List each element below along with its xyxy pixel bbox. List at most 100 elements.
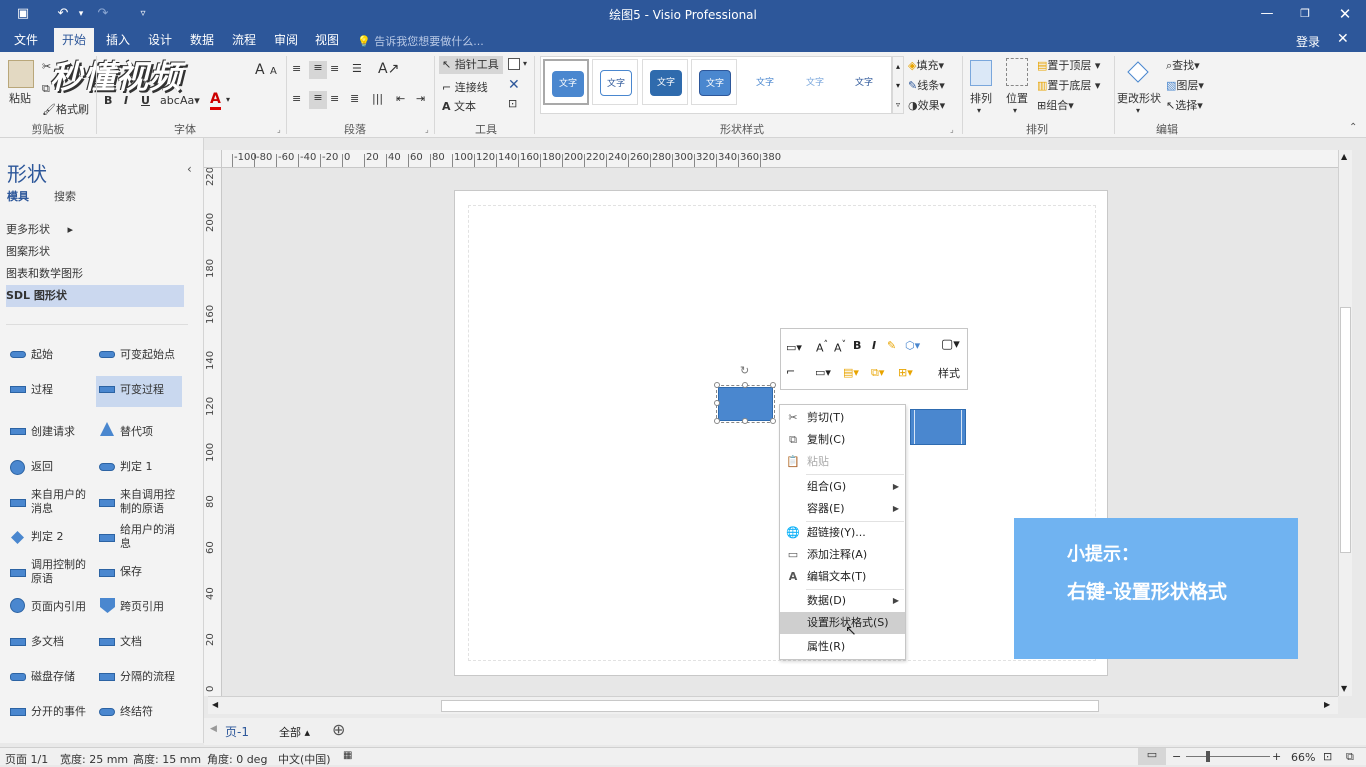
pointer-tool-button[interactable]: ↖ 指针工具 (439, 56, 503, 74)
layers-button[interactable]: ▧图层▾ (1166, 77, 1204, 93)
tab-search[interactable]: 搜索 (54, 188, 76, 204)
shape-tool-dropdown-icon[interactable]: ▾ (523, 59, 527, 68)
text-block-icon[interactable]: ⊡ (508, 97, 517, 110)
shape-split-event[interactable]: 分开的事件 (31, 705, 86, 719)
align-middle-button[interactable]: ≡ (309, 61, 327, 79)
switch-windows-icon[interactable]: ⧉ (1346, 750, 1354, 764)
shape-start[interactable]: 起始 (31, 348, 53, 362)
resize-handle[interactable] (770, 418, 776, 424)
shape-off-page-ref[interactable]: 跨页引用 (120, 600, 164, 614)
align-top-button[interactable]: ≡ (292, 62, 301, 75)
arrange-icon[interactable] (970, 60, 992, 86)
position-button[interactable]: 位置 (1006, 90, 1028, 106)
bring-to-front-button[interactable]: ▤置于顶层 ▾ (1037, 57, 1100, 73)
align-bottom-button[interactable]: ≡ (330, 62, 339, 75)
tab-stencils[interactable]: 模具 (7, 188, 29, 204)
font-color-dropdown-icon[interactable]: ▾ (226, 95, 230, 104)
menu-container[interactable]: 容器(E) ▶ (780, 498, 905, 520)
shape-document[interactable]: 文档 (120, 635, 142, 649)
format-painter-button[interactable]: 🖌格式刷 (42, 101, 89, 117)
paragraph-launcher-icon[interactable]: ⌟ (425, 125, 429, 134)
zoom-slider[interactable] (1186, 756, 1270, 757)
shape-alternative[interactable]: 替代项 (120, 425, 153, 439)
macro-record-icon[interactable]: ▦ (343, 750, 352, 761)
grow-font-button[interactable]: A (255, 62, 265, 78)
zoom-slider-thumb[interactable] (1206, 751, 1210, 762)
paste-icon[interactable] (8, 60, 34, 88)
format-painter-icon[interactable]: ✎ (887, 339, 896, 352)
vertical-scroll-thumb[interactable] (1340, 307, 1351, 553)
text-box-icon[interactable]: ▭▾ (786, 341, 802, 354)
stencil-item[interactable]: 图表和数学图形 (6, 263, 184, 285)
style-swatch-4[interactable]: 文字 (691, 59, 737, 105)
tab-file[interactable]: 文件 (6, 28, 46, 52)
scroll-right-icon[interactable]: ▶ (1324, 700, 1330, 709)
change-shape-dropdown-icon[interactable]: ▾ (1136, 106, 1140, 115)
tab-design[interactable]: 设计 (140, 28, 180, 52)
text-direction-button[interactable]: A↗ (378, 61, 399, 77)
shape-styles-launcher-icon[interactable]: ⌟ (950, 125, 954, 134)
bold-button[interactable]: B (104, 94, 112, 107)
add-page-icon[interactable]: ⊕ (332, 720, 345, 739)
shape-terminator[interactable]: 终结符 (120, 705, 153, 719)
select-button[interactable]: ↖选择▾ (1166, 97, 1203, 113)
change-shape-button[interactable]: 更改形状 (1117, 90, 1161, 106)
change-shape-icon[interactable]: ⬡▾ (905, 339, 920, 352)
line-button[interactable]: ✎线条▾ (908, 77, 945, 93)
menu-format-shape[interactable]: 设置形状格式(S) (780, 612, 905, 634)
resize-handle[interactable] (742, 418, 748, 424)
tab-review[interactable]: 审阅 (266, 28, 306, 52)
bullets-button[interactable]: ☰ (352, 62, 362, 75)
italic-icon[interactable]: I (872, 339, 876, 352)
process-shape-2[interactable] (910, 409, 966, 445)
shape-msg-from-user[interactable]: 来自用户的消息 (31, 488, 91, 516)
align-left-button[interactable]: ≡ (292, 92, 301, 105)
menu-properties[interactable]: 属性(R) (780, 636, 905, 658)
justify-button[interactable]: ≣ (350, 92, 359, 105)
shrink-font-icon[interactable]: A˅ (834, 339, 846, 355)
style-swatch-6[interactable]: 文字 (791, 59, 837, 105)
zoom-in-icon[interactable]: + (1272, 750, 1281, 763)
align-center-button[interactable]: ≡ (309, 91, 327, 109)
tab-view[interactable]: 视图 (307, 28, 347, 52)
menu-group[interactable]: 组合(G) ▶ (780, 476, 905, 498)
quick-style-icon[interactable]: ▢▾ (941, 337, 960, 352)
resize-handle[interactable] (770, 382, 776, 388)
arrange-button[interactable]: 排列 (970, 90, 992, 106)
tell-me-box[interactable]: 💡 告诉我您想要做什么... (357, 33, 484, 49)
scroll-left-icon[interactable]: ◀ (212, 700, 218, 709)
shape-on-page-ref[interactable]: 页面内引用 (31, 600, 86, 614)
shape-decision2[interactable]: 判定 2 (31, 530, 64, 544)
shape-return[interactable]: 返回 (31, 460, 53, 474)
shape-multi-doc[interactable]: 多文档 (31, 635, 64, 649)
menu-edit-text[interactable]: A 编辑文本(T) (780, 566, 905, 588)
menu-add-comment[interactable]: ▭ 添加注释(A) (780, 544, 905, 566)
fill-button[interactable]: ◈填充▾ (908, 57, 944, 73)
rectangle-tool-icon[interactable] (508, 58, 520, 70)
menu-hyperlink[interactable]: 🌐 超链接(Y)... (780, 522, 905, 544)
ribbon-close-icon[interactable]: ✕ (1337, 31, 1349, 47)
send-to-back-button[interactable]: ▥置于底层 ▾ (1037, 77, 1100, 93)
tab-process[interactable]: 流程 (224, 28, 264, 52)
bold-icon[interactable]: B (853, 339, 861, 352)
font-color-button[interactable]: A (210, 91, 221, 110)
resize-handle[interactable] (714, 418, 720, 424)
position-icon[interactable] (1006, 58, 1028, 86)
decrease-indent-button[interactable]: ⇤ (396, 92, 405, 105)
menu-copy[interactable]: ⧉ 复制(C) (780, 429, 905, 451)
group-button[interactable]: ⊞组合▾ (1037, 97, 1074, 113)
style-swatch-3[interactable]: 文字 (642, 59, 688, 105)
change-shape-icon[interactable] (1124, 58, 1152, 86)
page-tab-1[interactable]: 页-1 (225, 723, 249, 740)
stencil-item[interactable]: 图案形状 (6, 241, 184, 263)
change-case-button[interactable]: Aa▾ (180, 94, 200, 107)
sign-in-link[interactable]: 登录 (1296, 33, 1320, 50)
fill-icon[interactable]: ▤▾ (843, 366, 859, 379)
collapse-panel-icon[interactable]: ‹ (187, 162, 192, 176)
tab-data[interactable]: 数据 (182, 28, 222, 52)
position-icon[interactable]: ⧉▾ (871, 366, 884, 380)
connector-icon[interactable]: ⌐ (786, 365, 795, 378)
gallery-scroll[interactable]: ▴ ▾ ▿ (892, 56, 904, 114)
shape-call-control[interactable]: 调用控制的原语 (31, 558, 91, 586)
shape-msg-to-user[interactable]: 给用户的消息 (120, 523, 180, 551)
